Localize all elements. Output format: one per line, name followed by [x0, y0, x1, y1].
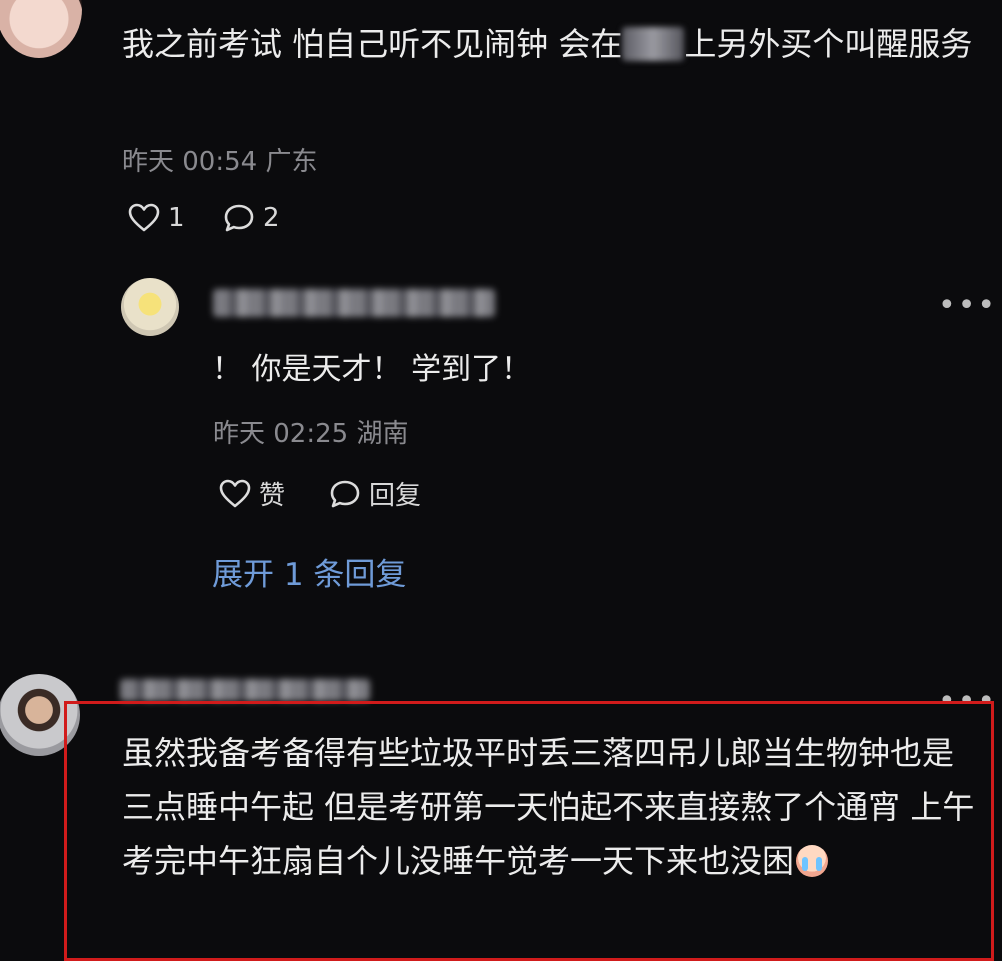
heart-outline-icon [219, 479, 251, 509]
heart-outline-icon [128, 203, 160, 233]
reply-label: 回复 [369, 481, 422, 511]
reply-count-button[interactable]: 2 [223, 203, 280, 233]
reply-text: ！ 你是天才！ 学到了！ [212, 352, 532, 387]
reply-like-label: 赞 [259, 481, 286, 511]
chat-bubble-icon [223, 203, 255, 233]
commenter-username[interactable] [120, 679, 370, 701]
expand-replies-link[interactable]: 展开 1 条回复 [212, 549, 406, 594]
reply-username[interactable] [213, 289, 495, 317]
reply-timestamp: 昨天 02:25 湖南 [213, 419, 409, 449]
like-button[interactable]: 1 [128, 203, 185, 233]
chat-bubble-icon [329, 479, 361, 509]
reply-like-button[interactable]: 赞 [219, 475, 285, 512]
reply-count: 2 [263, 203, 280, 233]
comment-text: 我之前考试 怕自己听不见闹钟 会在 上另外买个叫醒服务 [122, 25, 973, 63]
redacted-text [622, 27, 685, 61]
highlight-box [64, 701, 994, 961]
more-dots-icon[interactable]: ••• [938, 288, 997, 323]
like-count: 1 [168, 203, 185, 233]
reply-avatar[interactable] [121, 278, 179, 336]
reply-button[interactable]: 回复 [329, 475, 421, 512]
comment-timestamp: 昨天 00:54 广东 [122, 147, 318, 177]
commenter-avatar[interactable] [0, 0, 82, 58]
